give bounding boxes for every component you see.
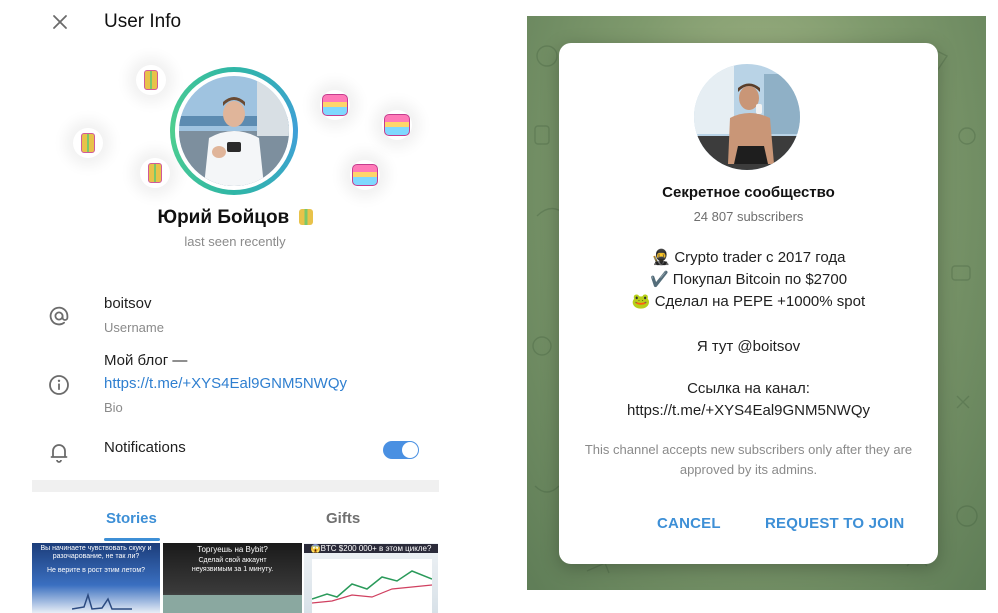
bio-text: Мой блог — — [104, 352, 188, 369]
description-link: https://t.me/+XYS4Eal9GNM5NWQy — [627, 402, 870, 419]
avatar[interactable] — [170, 67, 298, 195]
notifications-toggle[interactable] — [383, 441, 419, 459]
at-icon — [47, 304, 71, 328]
active-tab-indicator — [104, 538, 160, 541]
chat-background: Секретное сообщество 24 807 subscribers … — [527, 16, 986, 590]
description-handle: Я тут @boitsov — [696, 338, 801, 355]
join-request-dialog: Секретное сообщество 24 807 subscribers … — [559, 43, 938, 564]
bio-label: Bio — [104, 400, 123, 415]
gift-sticker-icon — [140, 158, 170, 188]
username-label: Username — [104, 320, 164, 335]
approval-note: This channel accepts new subscribers onl… — [584, 442, 913, 477]
info-icon — [47, 373, 71, 397]
section-divider — [32, 480, 439, 492]
request-to-join-button[interactable]: REQUEST TO JOIN — [765, 515, 904, 532]
birthday-cake-icon — [320, 90, 350, 120]
story-thumbnail[interactable]: Вы начинаете чувствовать скуку и разочар… — [32, 543, 160, 613]
description-line: ✔️ Покупал Bitcoin по $2700 — [649, 271, 848, 288]
subscriber-count: 24 807 subscribers — [693, 209, 804, 224]
page-title: User Info — [104, 11, 182, 32]
birthday-cake-icon — [382, 110, 412, 140]
username-value[interactable]: boitsov — [104, 295, 152, 312]
story-thumbnail[interactable]: Торгуешь на Bybit? Сделай свой аккаунт н… — [163, 543, 302, 613]
story-image-part — [163, 595, 302, 613]
bio-link[interactable]: https://t.me/+XYS4Eal9GNM5NWQy — [104, 375, 347, 392]
channel-avatar — [694, 64, 800, 170]
toggle-knob — [402, 442, 418, 458]
birthday-cake-icon — [350, 160, 380, 190]
story-thumbnail[interactable]: 😱BTC $200 000+ в этом цикле? — [304, 543, 438, 613]
gift-badge-icon — [298, 209, 313, 225]
description-link-label: Ссылка на канал: — [687, 380, 810, 397]
description-line: 🥷 Crypto trader с 2017 года — [651, 249, 846, 266]
tab-gifts[interactable]: Gifts — [326, 510, 360, 527]
profile-name: Юрий Бойцов — [0, 207, 470, 229]
tab-stories[interactable]: Stories — [106, 510, 157, 527]
gift-sticker-icon — [73, 128, 103, 158]
close-icon[interactable] — [48, 10, 72, 34]
bell-icon — [47, 440, 71, 464]
notifications-label: Notifications — [104, 439, 186, 456]
cancel-button[interactable]: CANCEL — [657, 515, 721, 532]
description-line: 🐸 Сделал на PEPE +1000% spot — [631, 293, 866, 310]
channel-title: Секретное сообщество — [662, 184, 835, 201]
user-info-panel: User Info Юрий Бойцов last seen recently… — [0, 0, 470, 613]
last-seen-status: last seen recently — [184, 234, 286, 249]
gift-sticker-icon — [136, 65, 166, 95]
